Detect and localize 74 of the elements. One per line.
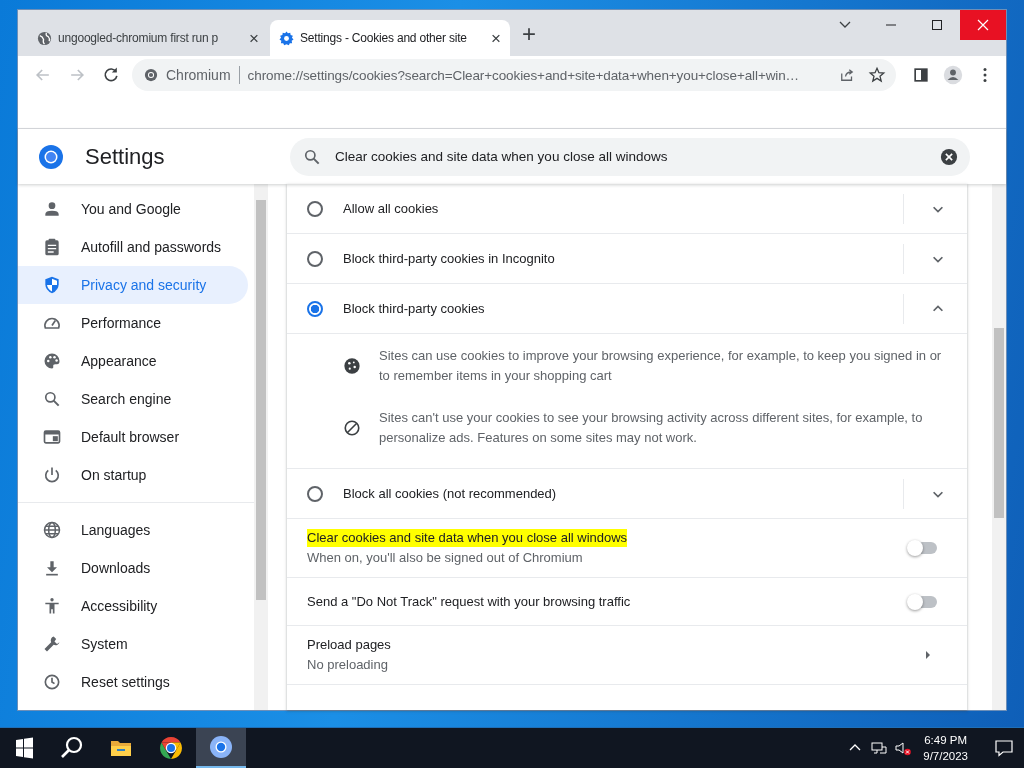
chromium-logo-icon <box>38 143 64 170</box>
option-label: Block third-party cookies in Incognito <box>343 251 556 266</box>
speaker-muted-icon[interactable] <box>895 740 912 756</box>
share-icon[interactable] <box>838 66 856 84</box>
new-tab-button[interactable]: + <box>522 15 536 46</box>
option-label: Block third-party cookies <box>343 301 486 316</box>
radio-button[interactable] <box>307 250 323 267</box>
radio-button[interactable] <box>307 200 323 217</box>
option-description: Sites can't use your cookies to see your browsing activity across different sites, for example, to personalize ads. Features on some sites may not work. <box>379 409 924 447</box>
clock-date[interactable]: 9/7/2023 <box>923 748 968 764</box>
clear-search-icon[interactable] <box>940 147 958 166</box>
sidebar-item[interactable]: On startup <box>18 456 248 494</box>
notification-icon[interactable] <box>994 738 1014 758</box>
person-icon <box>42 199 62 219</box>
clipboard-icon <box>42 237 62 257</box>
sidebar-item[interactable]: Reset settings <box>18 663 248 701</box>
address-bar[interactable]: Chromium chrome://settings/cookies?search=Clear+cookies+and+site+data+when+you+close+all+win… <box>132 59 896 91</box>
search-icon <box>42 389 62 409</box>
option-label: Block all cookies (not recommended) <box>343 486 558 501</box>
close-tab-button[interactable]: × <box>491 29 501 47</box>
power-icon <box>42 465 62 485</box>
wrench-icon <box>42 634 62 654</box>
sidebar-item[interactable]: Performance <box>18 304 248 342</box>
block-icon <box>343 419 361 437</box>
bookmark-star-icon[interactable] <box>868 66 886 84</box>
globe-icon <box>37 30 52 46</box>
network-icon[interactable] <box>871 740 888 756</box>
setting-title: Preload pages <box>307 636 391 654</box>
search-text: Clear cookies and site data when you close all windows <box>335 149 669 164</box>
browser-tab[interactable]: Settings - Cookies and other site × <box>270 20 510 56</box>
origin-label: Chromium <box>166 67 231 83</box>
chromium-icon <box>209 735 233 759</box>
settings-title: Settings <box>85 143 166 170</box>
setting-title: Send a "Do Not Track" request with your browsing traffic <box>307 592 631 611</box>
setting-description: No preloading <box>307 656 388 674</box>
sidebar-item[interactable]: Appearance <box>18 342 248 380</box>
sidebar-item[interactable]: Search engine <box>18 380 248 418</box>
palette-icon <box>42 351 62 371</box>
url-text: chrome://settings/cookies?search=Clear+cookies+and+site+data+when+you+close+all+win… <box>247 67 801 83</box>
sidebar-item[interactable]: Languages <box>18 511 248 549</box>
arrow-right-icon[interactable] <box>923 649 933 661</box>
tab-title: ungoogled-chromium first run p <box>58 31 220 45</box>
cookie-icon <box>343 357 361 375</box>
gear-icon <box>279 30 294 46</box>
close-tab-button[interactable]: × <box>249 29 259 47</box>
sidebar-item[interactable]: Privacy and security <box>18 266 248 304</box>
sidebar-item[interactable]: You and Google <box>18 190 248 228</box>
browser-icon <box>42 427 62 447</box>
page-scrollbar[interactable] <box>992 184 1006 710</box>
sidebar-item[interactable]: Accessibility <box>18 587 248 625</box>
sidebar-scrollbar[interactable] <box>254 184 268 710</box>
taskbar-app[interactable] <box>196 728 246 768</box>
radio-button[interactable] <box>307 485 323 502</box>
option-label: Allow all cookies <box>343 201 440 216</box>
radio-button[interactable] <box>307 300 323 317</box>
setting-title: Clear cookies and site data when you close all windows <box>307 529 628 547</box>
tab-title: Settings - Cookies and other site <box>300 31 468 45</box>
accessibility-icon <box>42 596 62 616</box>
reset-icon <box>42 672 62 692</box>
shield-icon <box>42 275 62 295</box>
chromium-icon <box>144 68 158 82</box>
settings-search-field[interactable]: Clear cookies and site data when you close all windows <box>290 137 970 176</box>
toggle-switch[interactable] <box>909 542 937 554</box>
sidebar-item[interactable]: Default browser <box>18 418 248 456</box>
sidebar-item[interactable]: Autofill and passwords <box>18 228 248 266</box>
sidebar-item[interactable]: System <box>18 625 248 663</box>
browser-tab[interactable]: ungoogled-chromium first run p × <box>28 20 268 56</box>
toggle-switch[interactable] <box>909 595 937 608</box>
option-description: Sites can use cookies to improve your browsing experience, for example, to keep you signed in or to remember items in your shopping cart <box>379 347 943 385</box>
sidebar-item[interactable]: Downloads <box>18 549 248 587</box>
globe-icon <box>42 520 62 540</box>
setting-description: When on, you'll also be signed out of Chromium <box>307 549 583 567</box>
clock-time[interactable]: 6:49 PM <box>924 732 968 748</box>
chrome-icon <box>159 736 183 760</box>
